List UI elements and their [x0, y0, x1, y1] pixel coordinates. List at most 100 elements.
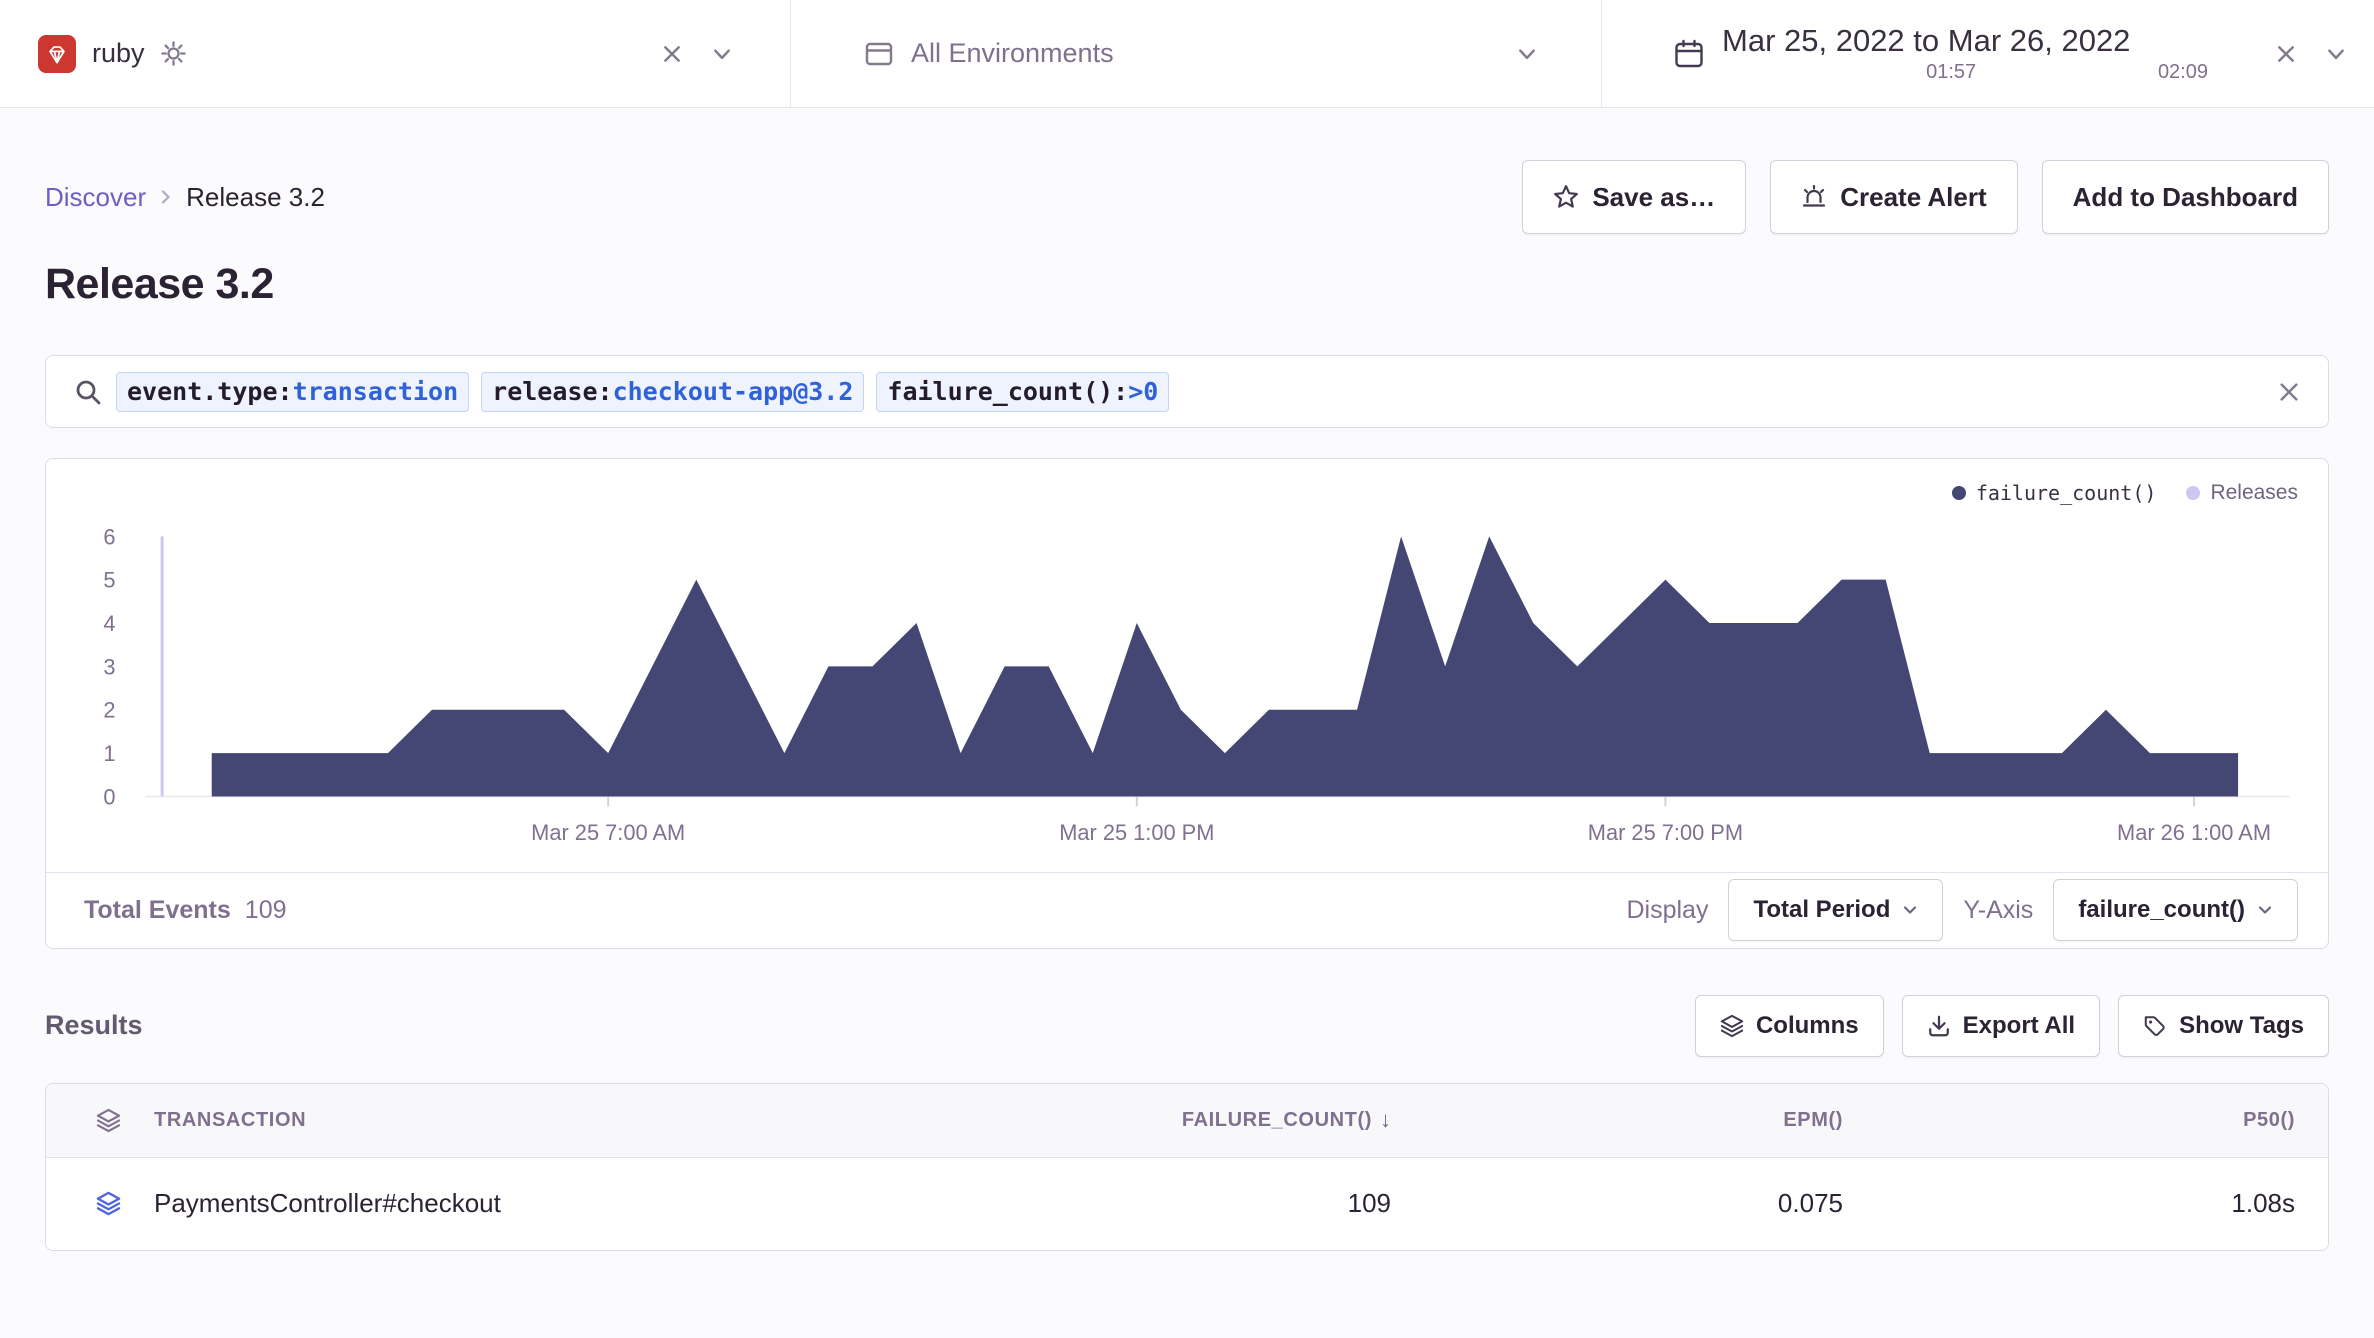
create-alert-label: Create Alert [1840, 182, 1986, 213]
legend-label: failure_count() [1976, 481, 2157, 505]
add-to-dashboard-button[interactable]: Add to Dashboard [2042, 160, 2329, 234]
search-token-event-type[interactable]: event.type:transaction [116, 372, 469, 412]
project-name: ruby [92, 38, 145, 69]
project-settings-gear-icon[interactable] [161, 41, 186, 66]
cell-p50: 1.08s [1843, 1188, 2295, 1219]
results-heading: Results [45, 1010, 143, 1041]
search-token-failure-count[interactable]: failure_count():>0 [876, 372, 1169, 412]
column-header-failure-count[interactable]: FAILURE_COUNT() [1182, 1109, 1372, 1132]
svg-text:0: 0 [103, 784, 115, 809]
legend-dot-releases [2186, 486, 2200, 500]
page-header: Discover Release 3.2 Save as… [0, 108, 2374, 309]
project-clear-icon[interactable] [662, 44, 682, 64]
date-range-value: Mar 25, 2022 to Mar 26, 2022 [1722, 24, 2208, 58]
columns-button[interactable]: Columns [1695, 995, 1884, 1057]
search-token-release[interactable]: release:checkout-app@3.2 [481, 372, 864, 412]
add-to-dashboard-label: Add to Dashboard [2073, 182, 2298, 213]
layers-icon [1720, 1014, 1744, 1038]
svg-text:4: 4 [103, 611, 115, 636]
svg-text:Mar 25 1:00 PM: Mar 25 1:00 PM [1059, 820, 1214, 845]
svg-text:Mar 25 7:00 PM: Mar 25 7:00 PM [1588, 820, 1743, 845]
legend-item-releases[interactable]: Releases [2186, 481, 2298, 505]
yaxis-dropdown-value: failure_count() [2078, 896, 2245, 924]
svg-text:Mar 26 1:00 AM: Mar 26 1:00 AM [2117, 820, 2271, 845]
cell-epm: 0.075 [1391, 1188, 1843, 1219]
column-header-p50[interactable]: P50() [2243, 1109, 2295, 1132]
export-all-button[interactable]: Export All [1902, 995, 2100, 1057]
legend-label: Releases [2210, 481, 2298, 505]
display-dropdown-value: Total Period [1753, 896, 1890, 924]
chevron-down-icon [1902, 902, 1918, 918]
environment-label: All Environments [911, 38, 1114, 69]
display-label: Display [1626, 896, 1708, 925]
svg-text:6: 6 [103, 524, 115, 549]
columns-label: Columns [1756, 1012, 1859, 1040]
page-title: Release 3.2 [45, 260, 2329, 309]
export-all-label: Export All [1963, 1012, 2075, 1040]
siren-icon [1801, 184, 1827, 210]
results-actions: Columns Export All [1695, 995, 2329, 1057]
breadcrumb-discover-link[interactable]: Discover [45, 182, 146, 213]
search-icon [74, 378, 102, 406]
download-icon [1927, 1014, 1951, 1038]
svg-text:3: 3 [103, 654, 115, 679]
topbar: ruby All Environments [0, 0, 2374, 108]
svg-text:5: 5 [103, 568, 115, 593]
results-table: TRANSACTION FAILURE_COUNT() ↓ EPM() P50(… [45, 1083, 2329, 1251]
breadcrumb: Discover Release 3.2 [45, 182, 325, 213]
show-tags-label: Show Tags [2179, 1012, 2304, 1040]
total-events-label: Total Events [84, 896, 231, 925]
column-header-epm[interactable]: EPM() [1783, 1109, 1843, 1132]
breadcrumb-current: Release 3.2 [186, 182, 325, 213]
sort-desc-arrow-icon[interactable]: ↓ [1380, 1107, 1391, 1133]
legend-dot-failure-count [1952, 486, 1966, 500]
header-actions: Save as… Create Alert Add to Dashboard [1522, 160, 2329, 234]
area-chart: 0123456Mar 25 7:00 AMMar 25 1:00 PMMar 2… [46, 475, 2328, 872]
table-row[interactable]: PaymentsController#checkout 109 0.075 1.… [46, 1158, 2328, 1250]
token-value: transaction [293, 377, 459, 407]
search-tokens[interactable]: event.type:transaction release:checkout-… [116, 372, 2264, 412]
star-icon [1553, 184, 1579, 210]
transaction-link[interactable]: PaymentsController#checkout [154, 1188, 501, 1219]
create-alert-button[interactable]: Create Alert [1770, 160, 2017, 234]
date-range-text: Mar 25, 2022 to Mar 26, 2022 01:57 02:09 [1722, 24, 2208, 82]
date-chevron-down-icon[interactable] [2326, 44, 2346, 64]
yaxis-label: Y-Axis [1963, 896, 2033, 925]
svg-text:2: 2 [103, 698, 115, 723]
environment-chevron-down-icon[interactable] [1517, 44, 1537, 64]
date-start-time: 01:57 [1926, 61, 1976, 83]
legend-item-failure-count[interactable]: failure_count() [1952, 481, 2157, 505]
table-header-row: TRANSACTION FAILURE_COUNT() ↓ EPM() P50(… [46, 1084, 2328, 1158]
calendar-icon [1674, 39, 1704, 69]
results-header: Results Columns [45, 995, 2329, 1057]
discover-chart-panel: failure_count() Releases 0123456Mar 25 7… [45, 458, 2329, 949]
project-selector[interactable]: ruby [0, 0, 790, 107]
token-value: checkout-app@3.2 [613, 377, 854, 407]
window-icon [865, 40, 893, 68]
display-dropdown[interactable]: Total Period [1728, 879, 1943, 941]
date-end-time: 02:09 [2158, 61, 2208, 83]
save-as-button[interactable]: Save as… [1522, 160, 1746, 234]
date-clear-icon[interactable] [2276, 44, 2296, 64]
search-clear-icon[interactable] [2278, 381, 2300, 403]
date-range-times: 01:57 02:09 [1722, 61, 2208, 83]
total-events-value: 109 [245, 896, 287, 925]
row-layers-icon[interactable] [96, 1191, 154, 1216]
svg-text:Mar 25 7:00 AM: Mar 25 7:00 AM [531, 820, 685, 845]
header-layers-icon [96, 1108, 154, 1133]
column-header-transaction[interactable]: TRANSACTION [154, 1109, 306, 1132]
search-bar[interactable]: event.type:transaction release:checkout-… [45, 355, 2329, 428]
ruby-platform-icon [38, 35, 76, 73]
save-as-label: Save as… [1592, 182, 1715, 213]
chevron-right-icon [160, 189, 172, 205]
show-tags-button[interactable]: Show Tags [2118, 995, 2329, 1057]
token-key: release: [492, 377, 612, 407]
chart-legend: failure_count() Releases [1952, 481, 2298, 505]
tag-icon [2143, 1014, 2167, 1038]
date-range-selector[interactable]: Mar 25, 2022 to Mar 26, 2022 01:57 02:09 [1602, 0, 2374, 107]
yaxis-dropdown[interactable]: failure_count() [2053, 879, 2298, 941]
project-chevron-down-icon[interactable] [712, 44, 732, 64]
token-key: failure_count(): [887, 377, 1128, 407]
environment-selector[interactable]: All Environments [791, 0, 1601, 107]
chart-footer: Total Events 109 Display Total Period Y-… [46, 872, 2328, 948]
